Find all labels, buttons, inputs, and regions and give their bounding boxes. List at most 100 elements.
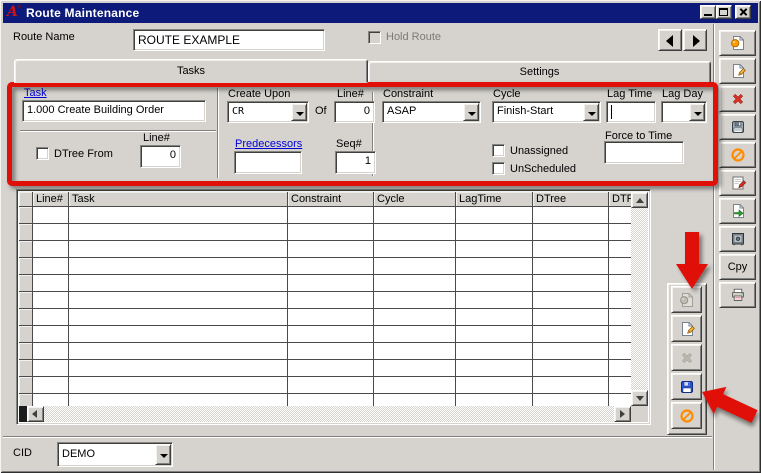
table-cell[interactable] — [69, 360, 288, 377]
table-cell[interactable] — [609, 207, 631, 224]
table-cell[interactable] — [374, 343, 456, 360]
minimize-button[interactable] — [700, 5, 716, 19]
table-cell[interactable] — [288, 292, 374, 309]
table-cell[interactable] — [374, 224, 456, 241]
row-selector[interactable] — [19, 275, 33, 292]
table-row[interactable] — [19, 292, 631, 309]
tab-settings[interactable]: Settings — [368, 61, 711, 83]
table-cell[interactable] — [374, 292, 456, 309]
table-cell[interactable] — [69, 394, 288, 406]
table-cell[interactable] — [374, 241, 456, 258]
table-cell[interactable] — [609, 377, 631, 394]
grid-delete-button[interactable] — [671, 344, 702, 371]
table-row[interactable] — [19, 258, 631, 275]
table-cell[interactable] — [533, 258, 609, 275]
table-cell[interactable] — [533, 207, 609, 224]
table-cell[interactable] — [288, 207, 374, 224]
table-cell[interactable] — [609, 360, 631, 377]
table-cell[interactable] — [609, 275, 631, 292]
row-selector[interactable] — [19, 309, 33, 326]
table-cell[interactable] — [69, 224, 288, 241]
tab-tasks[interactable]: Tasks — [14, 59, 368, 83]
predecessors-input[interactable] — [234, 151, 302, 174]
titlebar[interactable]: A✶ Route Maintenance — [3, 3, 758, 23]
previous-record-button[interactable] — [658, 29, 682, 51]
dtree-from-checkbox[interactable] — [36, 147, 49, 160]
table-cell[interactable] — [33, 343, 69, 360]
table-cell[interactable] — [69, 241, 288, 258]
table-cell[interactable] — [456, 309, 533, 326]
table-cell[interactable] — [288, 309, 374, 326]
cancel-edit-button[interactable] — [719, 142, 756, 168]
row-selector[interactable] — [19, 360, 33, 377]
table-cell[interactable] — [609, 309, 631, 326]
delete-record-button[interactable] — [719, 86, 756, 112]
table-cell[interactable] — [374, 309, 456, 326]
table-row[interactable] — [19, 377, 631, 394]
table-cell[interactable] — [33, 241, 69, 258]
table-cell[interactable] — [374, 394, 456, 406]
table-cell[interactable] — [456, 241, 533, 258]
edit-record-button[interactable] — [719, 58, 756, 84]
copy-button[interactable]: Cpy — [719, 254, 756, 280]
table-cell[interactable] — [288, 360, 374, 377]
grid-col-header-task[interactable]: Task — [69, 192, 288, 206]
table-cell[interactable] — [374, 258, 456, 275]
row-selector[interactable] — [19, 224, 33, 241]
table-cell[interactable] — [33, 377, 69, 394]
row-selector[interactable] — [19, 292, 33, 309]
table-cell[interactable] — [288, 275, 374, 292]
print-button[interactable] — [719, 282, 756, 308]
scrollbar-split-box[interactable] — [19, 406, 27, 422]
table-cell[interactable] — [288, 224, 374, 241]
table-cell[interactable] — [33, 292, 69, 309]
save-record-button[interactable] — [719, 114, 756, 140]
table-row[interactable] — [19, 207, 631, 224]
grid-col-header-constraint[interactable]: Constraint — [288, 192, 374, 206]
scroll-right-button[interactable] — [614, 406, 631, 422]
table-cell[interactable] — [69, 258, 288, 275]
table-cell[interactable] — [374, 377, 456, 394]
table-cell[interactable] — [374, 360, 456, 377]
table-cell[interactable] — [288, 377, 374, 394]
table-cell[interactable] — [533, 326, 609, 343]
scroll-up-button[interactable] — [631, 192, 648, 208]
vertical-scrollbar[interactable] — [631, 192, 648, 406]
table-cell[interactable] — [533, 309, 609, 326]
table-cell[interactable] — [33, 309, 69, 326]
table-cell[interactable] — [33, 207, 69, 224]
unscheduled-checkbox[interactable] — [492, 162, 505, 175]
cycle-dropdown[interactable] — [583, 103, 599, 121]
table-cell[interactable] — [533, 275, 609, 292]
table-cell[interactable] — [533, 394, 609, 406]
table-cell[interactable] — [33, 258, 69, 275]
table-cell[interactable] — [69, 275, 288, 292]
next-record-button[interactable] — [683, 29, 707, 51]
seq-input[interactable]: 1 — [335, 151, 376, 174]
table-cell[interactable] — [374, 275, 456, 292]
table-cell[interactable] — [609, 292, 631, 309]
table-cell[interactable] — [456, 360, 533, 377]
close-button[interactable] — [735, 5, 751, 19]
table-cell[interactable] — [609, 343, 631, 360]
create-upon-combo[interactable]: CR — [227, 101, 309, 123]
cid-dropdown[interactable] — [155, 444, 171, 465]
table-cell[interactable] — [609, 241, 631, 258]
row-selector[interactable] — [19, 394, 33, 406]
table-cell[interactable] — [288, 241, 374, 258]
grid-col-header-dtfrom[interactable]: DTFrom — [609, 192, 631, 206]
lag-day-combo[interactable] — [661, 101, 707, 123]
table-cell[interactable] — [374, 326, 456, 343]
scroll-left-button[interactable] — [27, 406, 44, 422]
row-selector[interactable] — [19, 241, 33, 258]
table-cell[interactable] — [69, 207, 288, 224]
route-name-input[interactable]: ROUTE EXAMPLE — [133, 29, 325, 51]
constraint-combo[interactable]: ASAP — [382, 101, 481, 123]
exit-button[interactable] — [719, 198, 756, 224]
table-cell[interactable] — [456, 394, 533, 406]
table-row[interactable] — [19, 343, 631, 360]
table-cell[interactable] — [456, 224, 533, 241]
table-cell[interactable] — [69, 292, 288, 309]
table-row[interactable] — [19, 360, 631, 377]
row-selector[interactable] — [19, 377, 33, 394]
